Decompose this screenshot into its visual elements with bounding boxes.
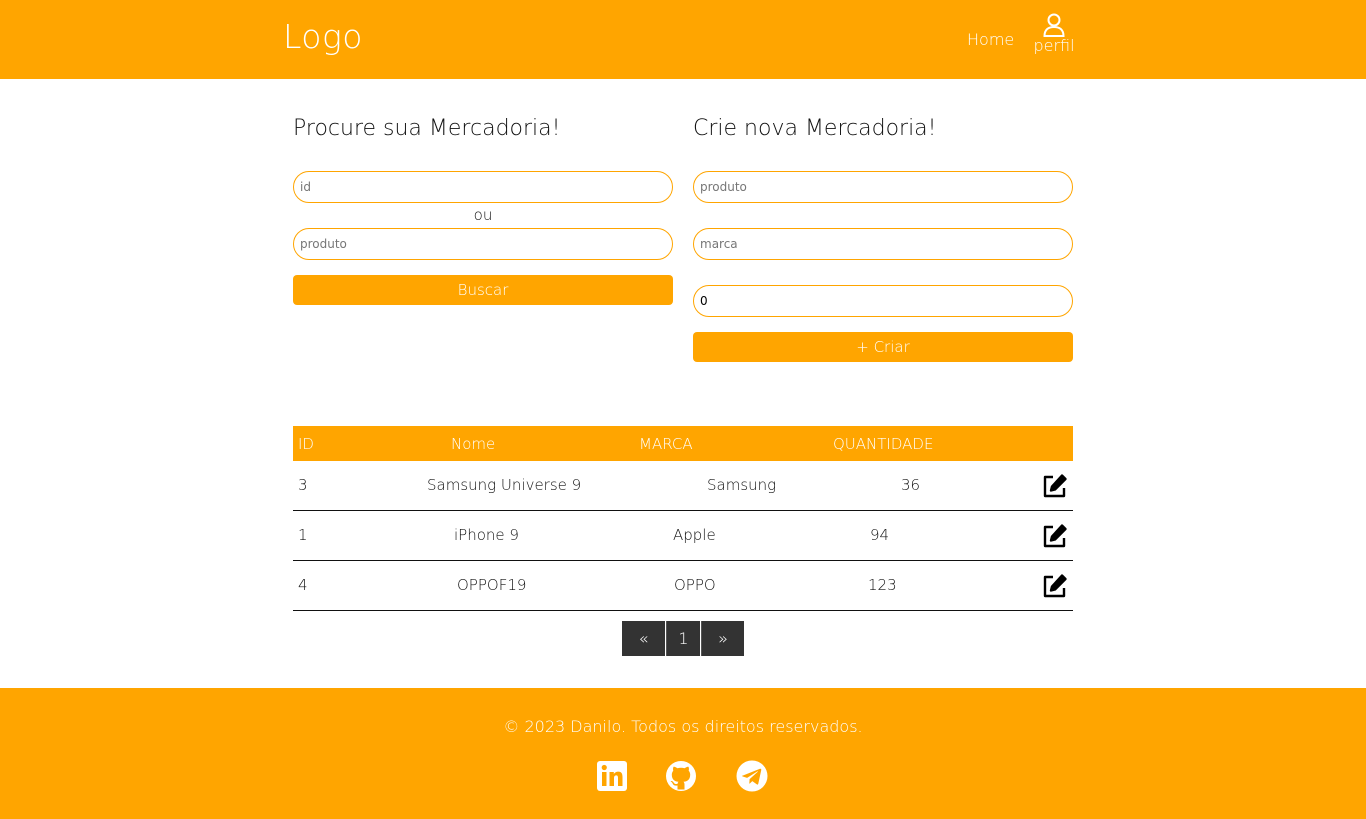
- telegram-icon[interactable]: [736, 760, 768, 792]
- cell-id: 1: [298, 526, 308, 544]
- linkedin-icon[interactable]: [596, 760, 628, 792]
- cell-marca: OPPO: [674, 576, 716, 594]
- pagination-next-button[interactable]: »: [701, 621, 744, 656]
- create-product-input[interactable]: [693, 171, 1073, 203]
- github-icon[interactable]: [665, 760, 697, 792]
- cell-marca: Apple: [673, 526, 716, 544]
- create-quantity-input[interactable]: [693, 285, 1073, 317]
- cell-marca: Samsung: [707, 476, 777, 494]
- logo[interactable]: Logo: [283, 17, 363, 56]
- search-product-input[interactable]: [293, 228, 673, 260]
- pagination-page-button[interactable]: 1: [666, 621, 700, 656]
- cell-quantidade: 36: [901, 476, 921, 494]
- table-row: 4 OPPOF19 OPPO 123: [293, 561, 1073, 611]
- cell-nome: iPhone 9: [454, 526, 519, 544]
- edit-icon[interactable]: [1042, 573, 1068, 599]
- cell-id: 4: [298, 576, 308, 594]
- nav-home-link[interactable]: Home: [967, 30, 1014, 49]
- pagination-prev-button[interactable]: «: [622, 621, 665, 656]
- create-button[interactable]: + Criar: [693, 332, 1073, 362]
- footer: © 2023 Danilo. Todos os direitos reserva…: [0, 688, 1366, 819]
- header-id: ID: [298, 435, 314, 453]
- table-row: 1 iPhone 9 Apple 94: [293, 511, 1073, 561]
- cell-nome: OPPOF19: [457, 576, 527, 594]
- cell-id: 3: [298, 476, 308, 494]
- search-id-input[interactable]: [293, 171, 673, 203]
- edit-icon[interactable]: [1042, 523, 1068, 549]
- header-quantidade: QUANTIDADE: [833, 435, 934, 453]
- table-header: ID Nome MARCA QUANTIDADE: [293, 426, 1073, 461]
- create-title: Crie nova Mercadoria!: [693, 116, 937, 141]
- user-icon: [1043, 13, 1065, 37]
- top-header: Logo Home perfil: [0, 0, 1366, 79]
- nav-perfil-link[interactable]: perfil: [1032, 13, 1076, 55]
- nav-perfil-label: perfil: [1033, 36, 1075, 55]
- header-nome: Nome: [451, 435, 496, 453]
- copyright-text: © 2023 Danilo. Todos os direitos reserva…: [503, 717, 863, 736]
- cell-quantidade: 123: [868, 576, 897, 594]
- or-label: ou: [473, 206, 493, 224]
- search-title: Procure sua Mercadoria!: [293, 116, 561, 141]
- cell-quantidade: 94: [870, 526, 890, 544]
- search-button[interactable]: Buscar: [293, 275, 673, 305]
- cell-nome: Samsung Universe 9: [427, 476, 582, 494]
- create-brand-input[interactable]: [693, 228, 1073, 260]
- header-marca: MARCA: [639, 435, 693, 453]
- edit-icon[interactable]: [1042, 473, 1068, 499]
- table-row: 3 Samsung Universe 9 Samsung 36: [293, 461, 1073, 511]
